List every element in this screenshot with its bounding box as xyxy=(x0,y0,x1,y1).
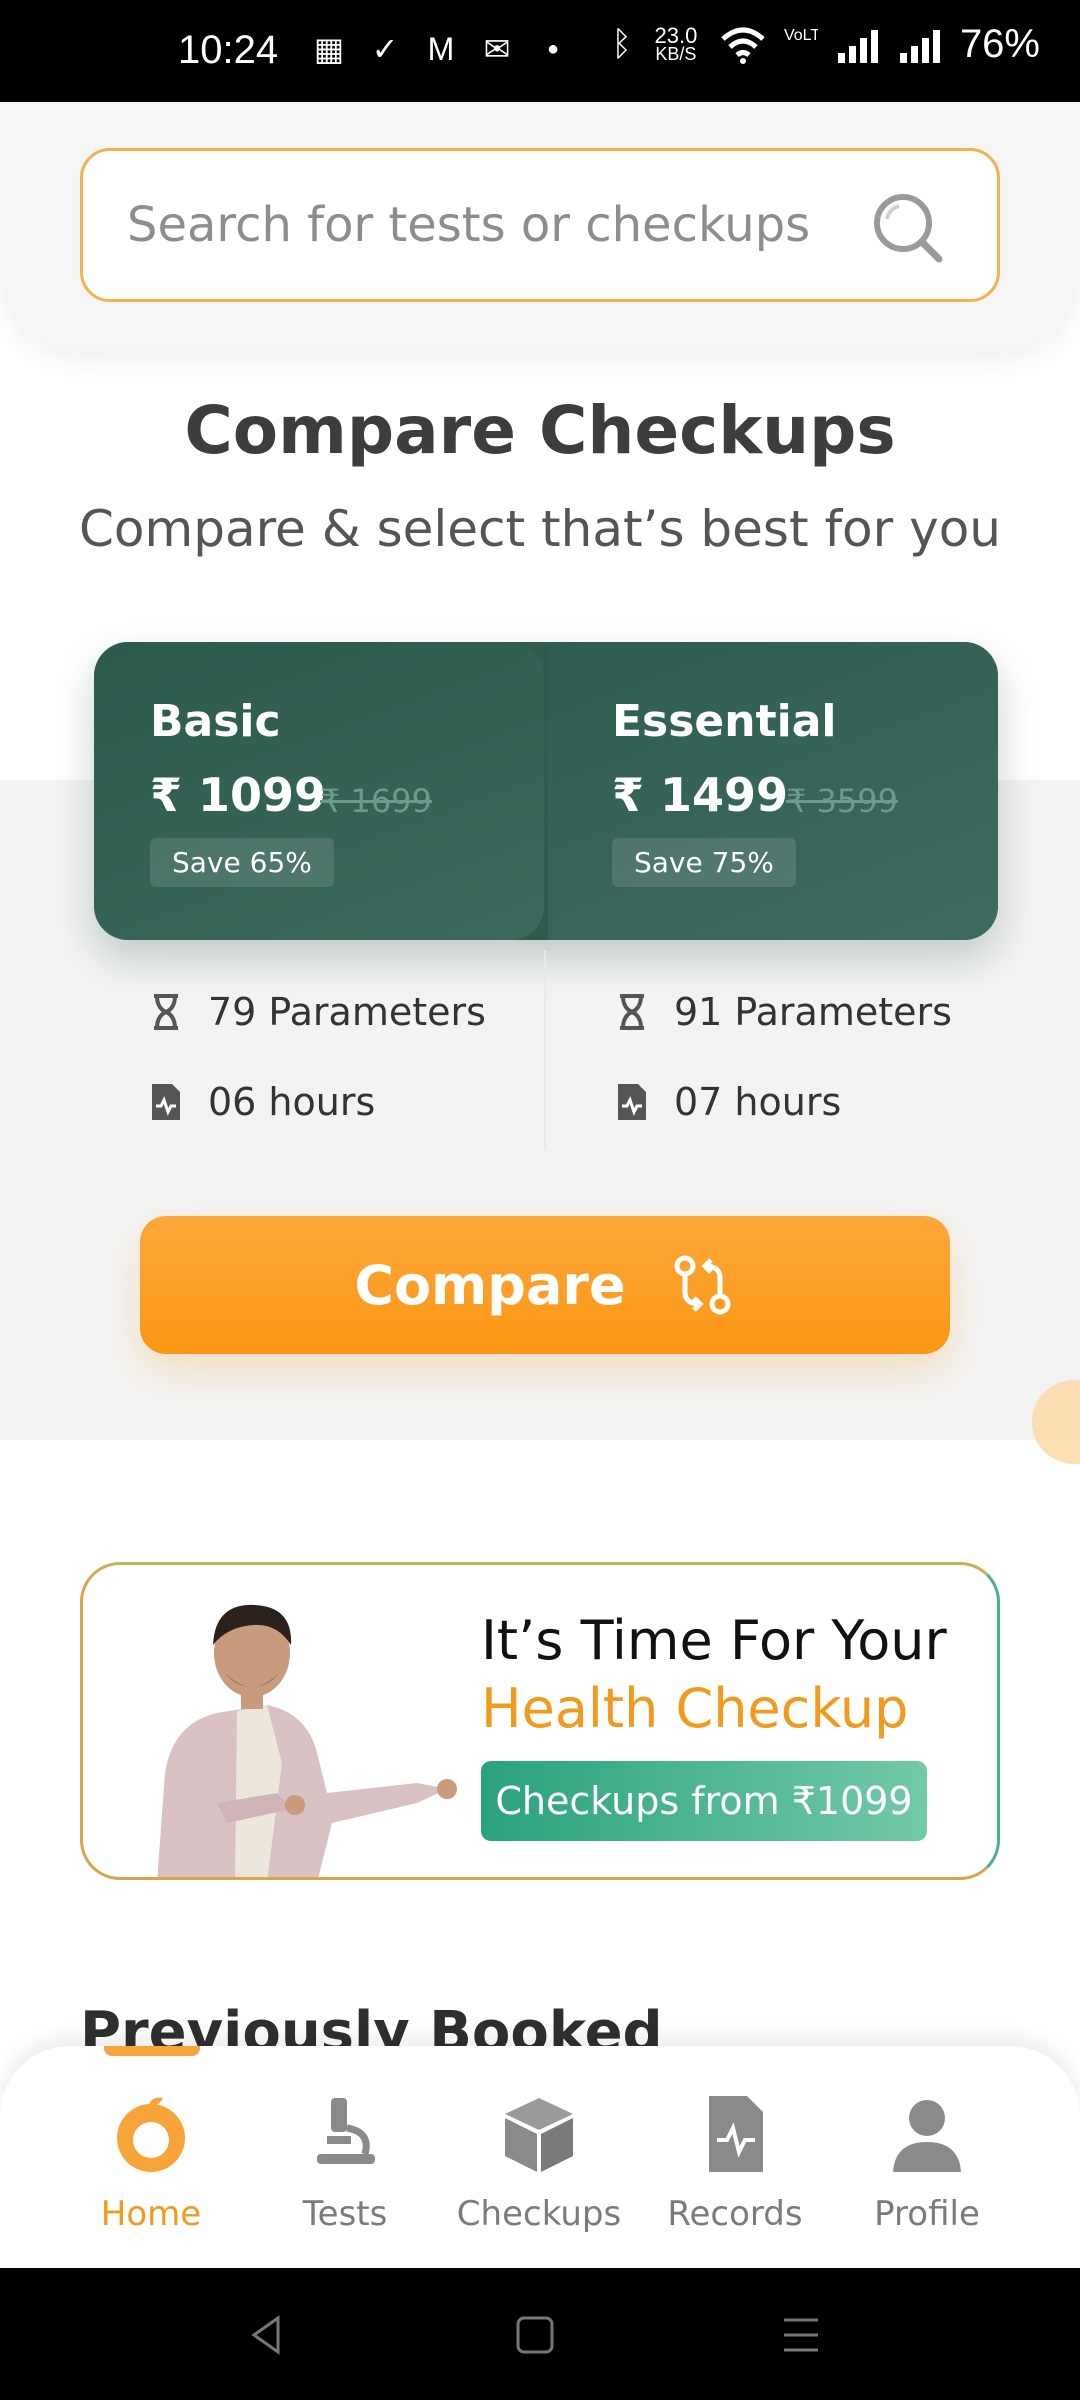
nav-label: Checkups xyxy=(456,2194,622,2234)
dot-icon: ● xyxy=(546,37,560,60)
hourglass-icon xyxy=(154,994,178,1030)
report-icon xyxy=(618,1084,646,1120)
bluetooth-icon: ᛒ xyxy=(611,25,632,63)
nav-tests[interactable]: Tests xyxy=(250,2092,440,2234)
home-orange-icon xyxy=(117,2097,185,2172)
recents-menu-icon[interactable] xyxy=(774,2308,828,2362)
network-speed-value: 23.0 xyxy=(654,22,698,48)
volte-icon: VoLTE2 xyxy=(783,27,818,44)
compare-button[interactable]: Compare xyxy=(140,1216,950,1354)
microscope-icon xyxy=(317,2098,375,2164)
spec-parameters-basic: 79 Parameters xyxy=(146,990,486,1034)
status-notification-icons: ▦ ✓ M ✉ ● xyxy=(312,30,570,68)
home-button-icon[interactable] xyxy=(508,2308,562,2362)
hourglass-icon xyxy=(620,994,644,1030)
plan-name: Basic xyxy=(150,696,281,747)
spec-parameters-essential: 91 Parameters xyxy=(612,990,952,1034)
plan-card-basic[interactable]: Basic ₹ 1099 ₹ 1699 Save 65% xyxy=(94,642,544,940)
banner-headline: It’s Time For Your xyxy=(481,1609,947,1672)
nav-label: Records xyxy=(667,2194,803,2234)
report-icon xyxy=(152,1084,180,1120)
battery-level: 76% xyxy=(959,22,1040,66)
nav-active-indicator xyxy=(104,2046,200,2056)
spec-hours-basic: 06 hours xyxy=(146,1080,375,1124)
plan-card-essential[interactable]: Essential ₹ 1499 ₹ 3599 Save 75% xyxy=(548,642,998,940)
spec-parameters-text: 91 Parameters xyxy=(674,990,952,1034)
health-checkup-banner[interactable]: It’s Time For Your Health Checkup Checku… xyxy=(80,1562,1000,1880)
search-header xyxy=(0,102,1080,350)
compare-button-label: Compare xyxy=(354,1253,626,1317)
plan-old-price: ₹ 1699 xyxy=(320,782,432,820)
status-bar: 10:24 ▦ ✓ M ✉ ● ᛒ 23.0 KB/S VoLTE2 76% xyxy=(0,0,1080,102)
message-icon: ✉ xyxy=(483,31,511,67)
nav-profile[interactable]: Profile xyxy=(832,2092,1022,2234)
spec-parameters-text: 79 Parameters xyxy=(208,990,486,1034)
back-icon[interactable] xyxy=(240,2308,294,2362)
status-system-icons: ᛒ 23.0 KB/S VoLTE2 76% xyxy=(612,22,1040,67)
box-icon xyxy=(505,2098,573,2172)
nav-home[interactable]: Home xyxy=(56,2092,246,2234)
nav-label: Home xyxy=(100,2194,202,2234)
plan-price: ₹ 1499 xyxy=(612,768,789,822)
banner-headline-highlight: Health Checkup xyxy=(481,1677,909,1740)
bottom-navigation: Home Tests Checkups Records Profile xyxy=(0,2046,1080,2268)
status-time: 10:24 xyxy=(178,28,279,72)
nav-checkups[interactable]: Checkups xyxy=(444,2092,634,2234)
plan-divider xyxy=(544,950,546,1150)
ambassador-illustration xyxy=(157,1604,457,1877)
nav-label: Tests xyxy=(302,2194,388,2234)
search-input[interactable] xyxy=(127,197,867,253)
signal-icon xyxy=(837,29,878,63)
document-icon xyxy=(709,2096,763,2172)
signal-icon-2 xyxy=(899,29,940,63)
check-circle-icon: ✓ xyxy=(371,31,399,67)
search-icon[interactable] xyxy=(869,189,945,265)
system-navigation-bar xyxy=(0,2268,1080,2400)
gmail-icon: M xyxy=(427,30,455,67)
compare-subtitle: Compare & select that’s best for you xyxy=(79,500,1001,558)
grid-icon: ▦ xyxy=(313,31,345,67)
plan-save-badge: Save 75% xyxy=(612,838,796,887)
spec-hours-essential: 07 hours xyxy=(612,1080,841,1124)
spec-hours-text: 06 hours xyxy=(208,1080,376,1124)
nav-label: Profile xyxy=(874,2194,980,2234)
plan-old-price: ₹ 3599 xyxy=(786,782,898,820)
plan-name: Essential xyxy=(612,696,837,747)
plan-save-badge: Save 65% xyxy=(150,838,334,887)
compare-title: Compare Checkups xyxy=(184,392,896,469)
search-box[interactable] xyxy=(80,148,1000,302)
network-speed: 23.0 KB/S xyxy=(650,22,702,64)
plan-price: ₹ 1099 xyxy=(150,768,327,822)
network-speed-unit: KB/S xyxy=(655,43,697,64)
wifi-icon xyxy=(721,27,765,64)
person-icon xyxy=(893,2100,961,2172)
nav-records[interactable]: Records xyxy=(640,2092,830,2234)
banner-cta-button[interactable]: Checkups from ₹1099 xyxy=(481,1761,927,1841)
compare-arrows-icon xyxy=(674,1255,731,1315)
plans-card: Essential ₹ 1499 ₹ 3599 Save 75% Basic ₹… xyxy=(94,642,998,940)
spec-hours-text: 07 hours xyxy=(674,1080,842,1124)
